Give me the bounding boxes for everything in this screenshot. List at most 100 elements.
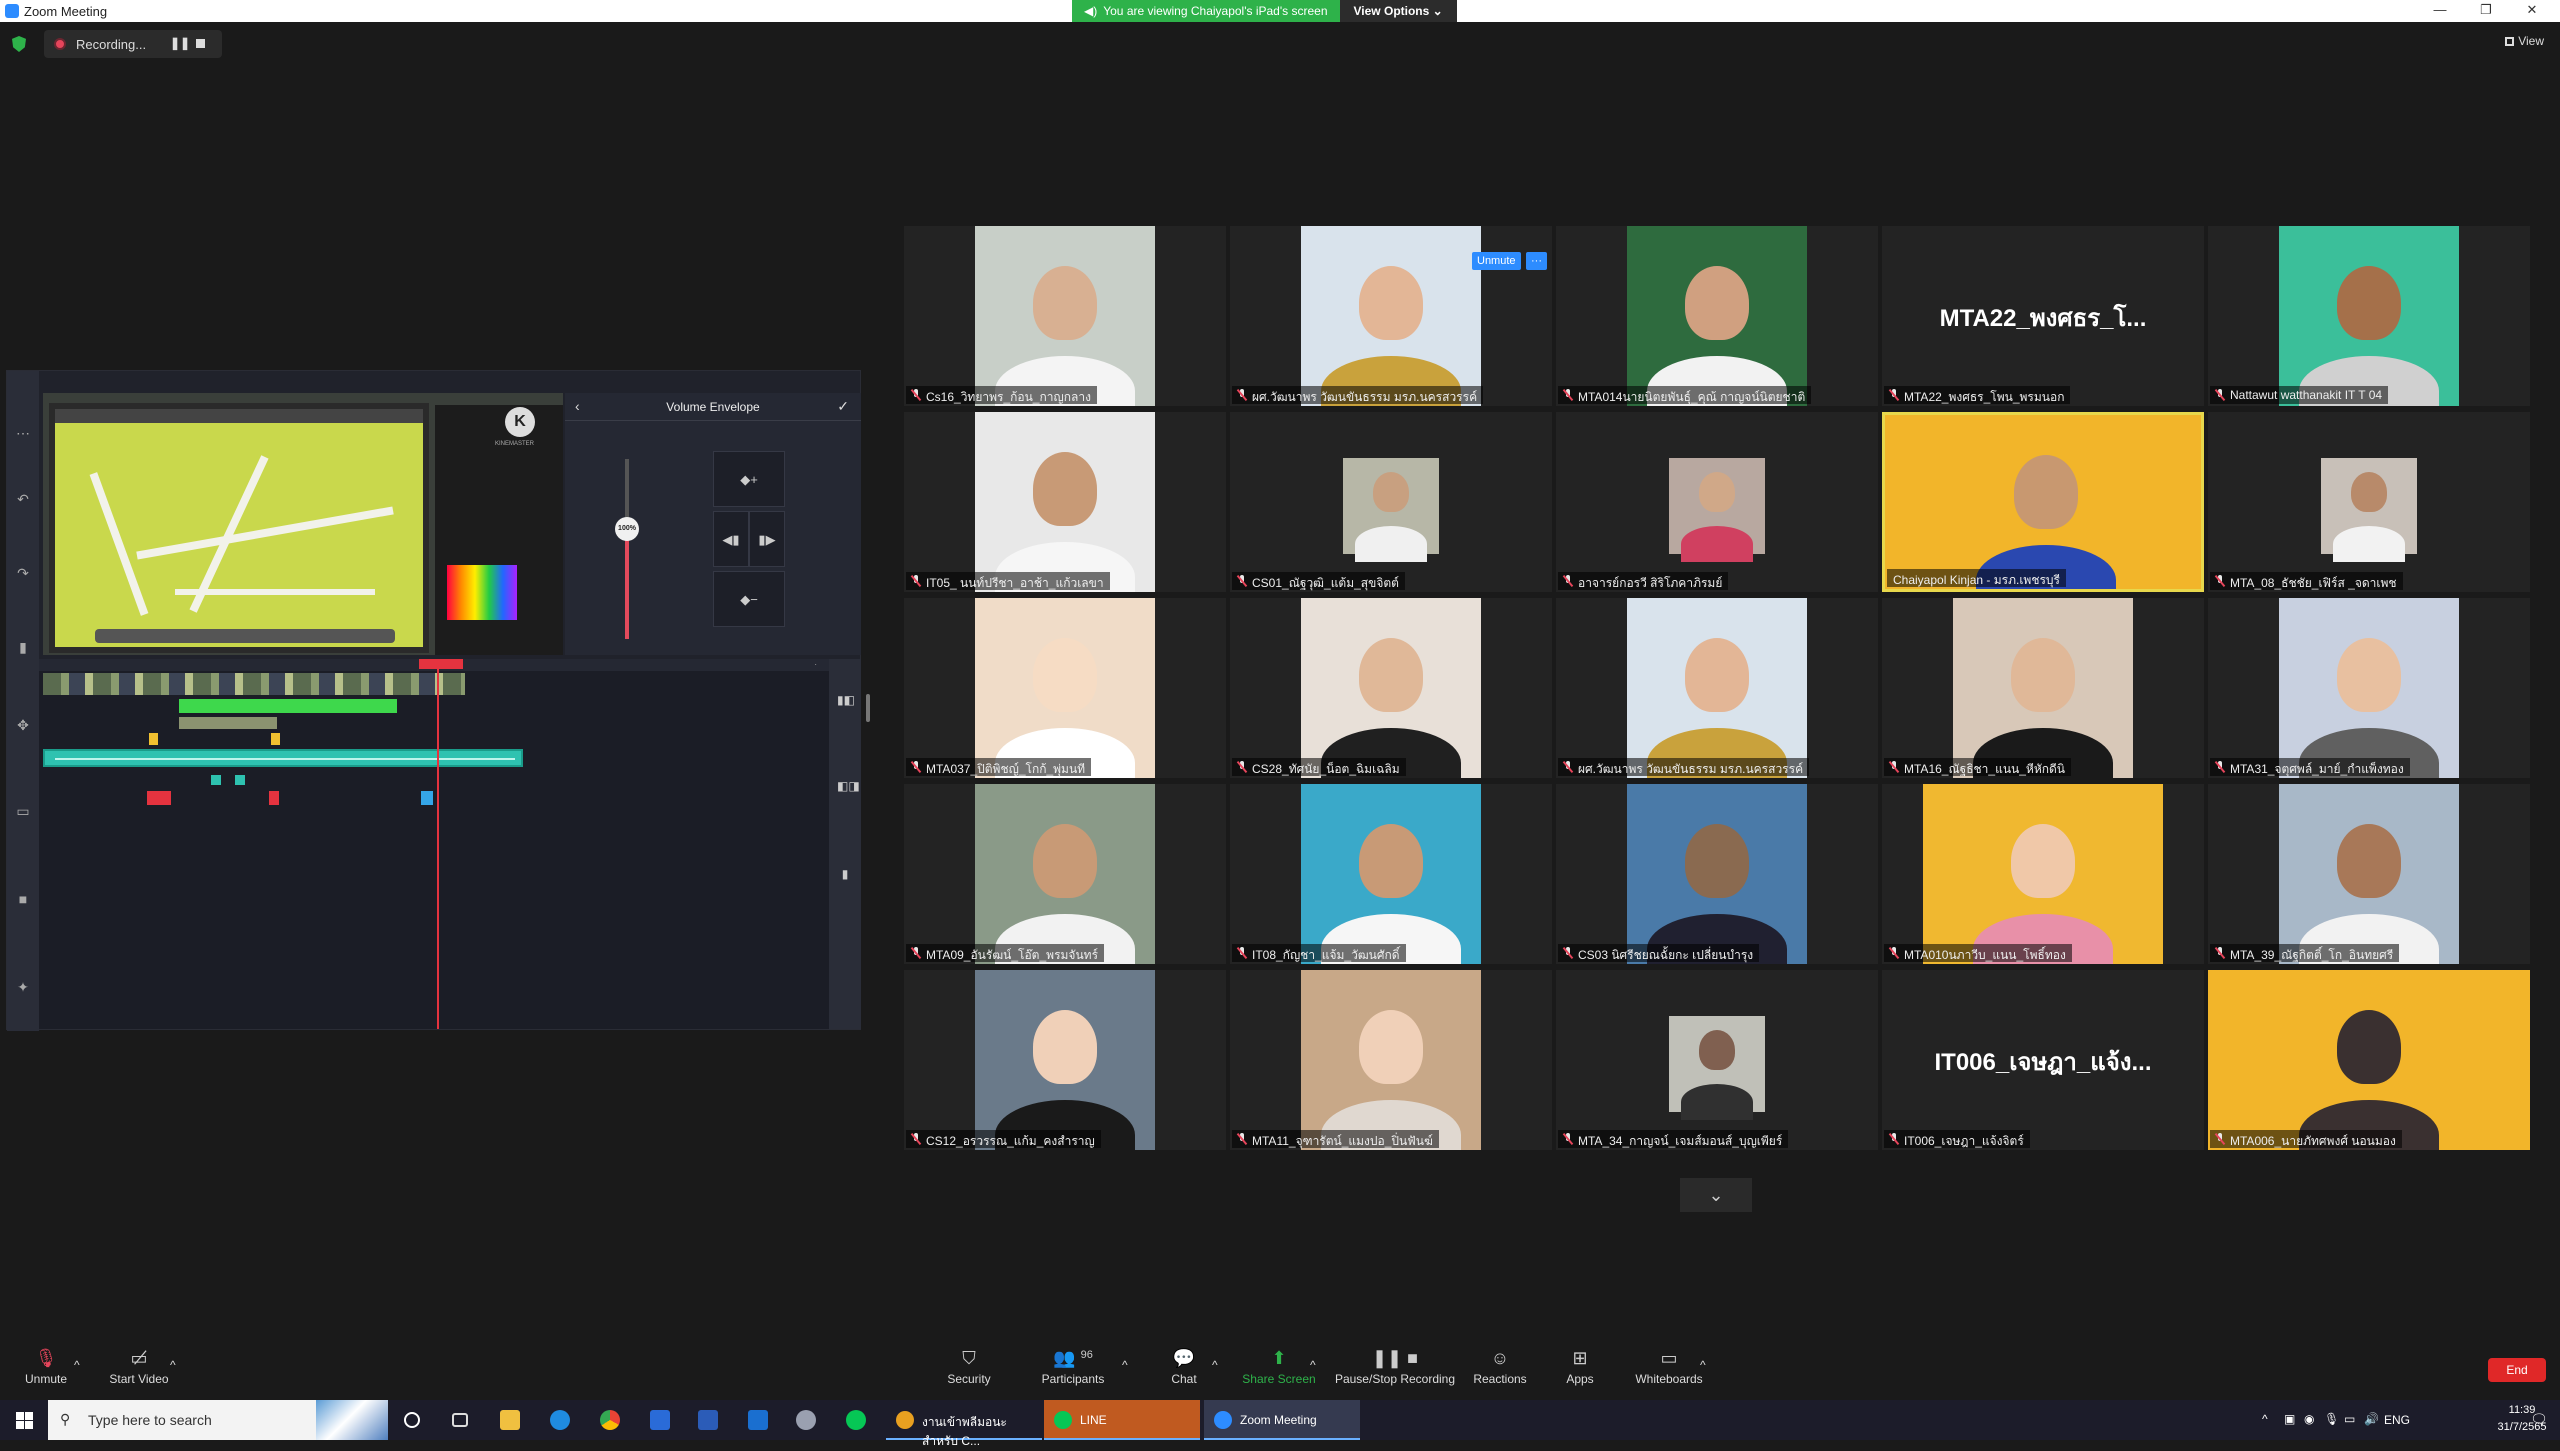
share-caret-icon[interactable]: ^ (1310, 1358, 1316, 1372)
participant-tile[interactable]: ผศ.วัฒนาพร วัฒนขันธรรม มรภ.นครสวรรค์ (1556, 598, 1878, 778)
more-icon[interactable]: ⋯ (15, 425, 31, 441)
participant-tile[interactable]: IT05_ นนท์ปรีชา_อาช้า_แก้วเลขา (904, 412, 1226, 592)
participant-tile[interactable]: Chaiyapol Kinjan - มรภ.เพชรบุรี (1882, 412, 2204, 592)
participants-button[interactable]: 👥 96 Participants (1036, 1348, 1110, 1386)
voice-record-marker[interactable] (269, 791, 279, 805)
view-options-button[interactable]: View Options ⌄ (1339, 0, 1457, 22)
security-button[interactable]: ⛉ Security (938, 1348, 1000, 1386)
sticker-layer-track[interactable] (179, 699, 397, 713)
gallery-next-page-button[interactable]: ⌄ (1680, 1178, 1752, 1212)
participant-tile[interactable]: MTA09_อันรัฒน์_โอ๊ต_พรมจันทร์ (904, 784, 1226, 964)
cortana-icon[interactable] (404, 1412, 420, 1428)
video-clip-track[interactable] (43, 673, 465, 695)
end-meeting-button[interactable]: End (2488, 1358, 2546, 1382)
participant-tile[interactable]: CS03 นิศรีชยณฉั้ยกะ เปลี่ยนบำรุง (1556, 784, 1878, 964)
prev-keyframe-icon[interactable]: ◀▮ (713, 511, 749, 567)
network-icon[interactable]: ▭ (2344, 1412, 2355, 1426)
volume-slider-knob[interactable]: 100% (615, 517, 639, 541)
share-resize-handle[interactable] (866, 694, 870, 722)
voice-record-marker[interactable] (147, 791, 171, 805)
participant-tile[interactable]: IT006_เจษฎา_แจ้ง... IT006_เจษฎา_แจ้งจิตร์ (1882, 970, 2204, 1150)
participant-tile[interactable]: Nattawut watthanakit IT T 04 (2208, 226, 2530, 406)
image-layer-track[interactable] (179, 717, 277, 729)
whiteboards-caret-icon[interactable]: ^ (1700, 1358, 1706, 1372)
apps-button[interactable]: ⊞ Apps (1560, 1348, 1600, 1386)
encryption-shield-icon[interactable] (12, 36, 26, 52)
expand-icon[interactable]: ✥ (15, 717, 31, 733)
taskbar-app-zoom[interactable]: Zoom Meeting (1204, 1400, 1360, 1440)
export-icon[interactable]: ▮ (837, 867, 853, 881)
tile-unmute-button[interactable]: Unmute (1472, 252, 1521, 270)
kinemaster-timeline[interactable]: · (39, 659, 829, 1029)
windows-start-icon[interactable] (16, 1412, 33, 1429)
stop-recording-icon[interactable] (196, 39, 205, 48)
effect-marker[interactable] (235, 775, 245, 785)
participant-tile[interactable]: MTA006_นายภัทศพงศ์ นอนมอง (2208, 970, 2530, 1150)
line-icon[interactable] (846, 1410, 866, 1430)
pause-stop-recording-button[interactable]: ❚❚ ■ Pause/Stop Recording (1334, 1348, 1456, 1386)
share-screen-button[interactable]: ⬆ Share Screen (1240, 1348, 1318, 1386)
participant-tile[interactable]: MTA014นายนิตยพันธุ์_คุณ้ กาญจน์นิตยชาติ (1556, 226, 1878, 406)
participant-tile[interactable]: Cs16_วิทยาพร_ก้อน_กาญกลาง (904, 226, 1226, 406)
undo-icon[interactable]: ↶ (15, 491, 31, 507)
input-language[interactable]: ENG (2384, 1413, 2410, 1427)
participant-tile[interactable]: CS01_ณัฐวุฒิ_แต้ม_สุขจิตต์ (1230, 412, 1552, 592)
word-icon[interactable] (698, 1410, 718, 1430)
chat-button[interactable]: 💬 Chat (1164, 1348, 1204, 1386)
participant-tile[interactable]: MTA010นภาวีบ_แนน_โพธิ์ทอง (1882, 784, 2204, 964)
tray-overflow-icon[interactable]: ^ (2262, 1412, 2268, 1426)
audio-options-caret-icon[interactable]: ^ (74, 1358, 80, 1372)
participant-tile[interactable]: อาจารย์กอรวี สิริโภคาภิรมย์ (1556, 412, 1878, 592)
audio-marker[interactable] (421, 791, 433, 805)
maximize-button[interactable]: ❐ (2466, 2, 2506, 20)
store-icon[interactable] (650, 1410, 670, 1430)
effect-marker[interactable] (211, 775, 221, 785)
participant-tile[interactable]: MTA037_ปิติพิชญ์_โกก้_พุ่มนที (904, 598, 1226, 778)
file-explorer-icon[interactable] (500, 1410, 520, 1430)
participant-tile[interactable]: MTA11_จุฑารัตน์_แมงปอ_ปิ่นฟันฆ์ (1230, 970, 1552, 1150)
participant-tile[interactable]: MTA_39_ณัฐกิตติ์_โก_อินทยศรี (2208, 784, 2530, 964)
tray-mic-icon[interactable]: 🎙 (2324, 1412, 2339, 1426)
participant-tile[interactable]: MTA_08_ธัชชัย_เฟิร์ส _จดาเพช (2208, 412, 2530, 592)
reactions-button[interactable]: ☺ Reactions (1470, 1348, 1530, 1386)
layer-icon[interactable]: ▭ (15, 803, 31, 819)
pin-icon[interactable]: ✦ (15, 979, 31, 995)
taskbar-search-box[interactable]: ⚲ Type here to search (48, 1400, 388, 1440)
chrome-icon[interactable] (600, 1410, 620, 1430)
add-keyframe-icon[interactable]: ◆+ (713, 451, 785, 507)
tile-more-button[interactable]: ··· (1526, 252, 1547, 270)
text-layer-marker[interactable] (149, 733, 158, 745)
redo-icon[interactable]: ↷ (15, 565, 31, 581)
participant-tile[interactable]: MTA_34_กาญจน์_เจมส์มอนส์_บุญเพียร์ (1556, 970, 1878, 1150)
audio-track[interactable] (43, 749, 523, 767)
video-options-caret-icon[interactable]: ^ (170, 1358, 176, 1372)
view-button[interactable]: View (2505, 34, 2544, 48)
taskbar-app-line[interactable]: LINE (1044, 1400, 1200, 1440)
participant-tile[interactable]: MTA22_พงศธร_โ... MTA22_พงศธร_โพน_พรมนอก (1882, 226, 2204, 406)
confirm-check-icon[interactable]: ✓ (837, 398, 849, 415)
participant-tile[interactable]: MTA31_จตุศพล์_มาย์_กำแพ็งทอง (2208, 598, 2530, 778)
capture-icon[interactable]: ■ (15, 891, 31, 907)
timeline-playhead[interactable] (437, 659, 439, 1029)
close-button[interactable]: ✕ (2512, 2, 2552, 20)
task-view-icon[interactable] (452, 1413, 468, 1427)
remove-keyframe-icon[interactable]: ◆− (713, 571, 785, 627)
unmute-button[interactable]: 🎙 Unmute (20, 1348, 72, 1386)
volume-icon[interactable]: 🔊 (2364, 1412, 2379, 1426)
next-keyframe-icon[interactable]: ▮▶ (749, 511, 785, 567)
minimize-button[interactable]: — (2420, 2, 2460, 20)
start-video-button[interactable]: ▭̸ Start Video (106, 1348, 172, 1386)
taskbar-app-chrome[interactable]: งานเข้าพลีมอนะสำหรับ C... (886, 1400, 1042, 1448)
taskbar-clock[interactable]: 11:39 31/7/2565 (2492, 1402, 2552, 1436)
app-icon[interactable] (796, 1410, 816, 1430)
chat-caret-icon[interactable]: ^ (1212, 1358, 1218, 1372)
layer-menu-icon[interactable]: ▮◧ (837, 693, 855, 707)
delete-icon[interactable]: ▮ (15, 639, 31, 655)
participant-tile[interactable]: IT08_กัญชา_แจ้ม_วัฒนศักดิ์ (1230, 784, 1552, 964)
mail-icon[interactable] (748, 1410, 768, 1430)
pause-recording-icon[interactable]: ❚❚ (170, 36, 190, 50)
text-layer-marker[interactable] (271, 733, 280, 745)
participants-caret-icon[interactable]: ^ (1122, 1358, 1128, 1372)
participant-tile[interactable]: CS12_อรวรรณ_แก้ม_คงสำราญ (904, 970, 1226, 1150)
edge-icon[interactable] (550, 1410, 570, 1430)
